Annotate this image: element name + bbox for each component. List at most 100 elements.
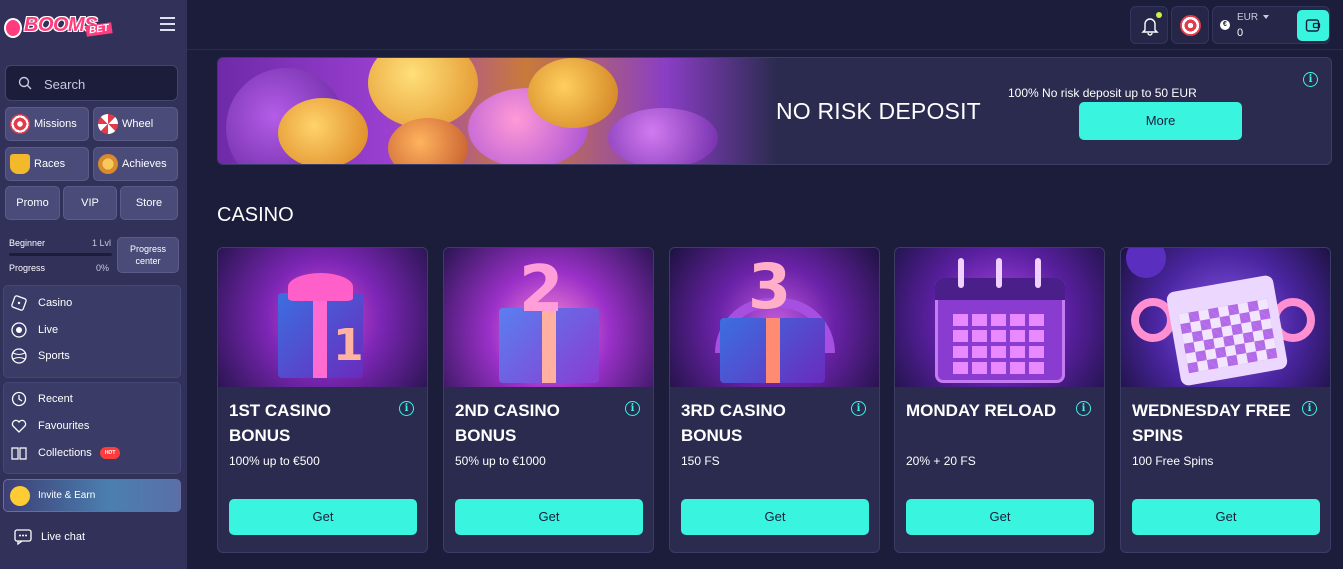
banner-subtitle: 100% No risk deposit up to 50 EUR (1008, 86, 1197, 100)
get-button[interactable]: Get (1132, 499, 1320, 535)
history-icon (11, 391, 27, 407)
notification-dot (1156, 12, 1162, 18)
heart-icon (11, 419, 27, 433)
missions-top-button[interactable] (1171, 6, 1209, 44)
card-title: 2ND CASINO BONUS (455, 401, 560, 445)
vip-button[interactable]: VIP (63, 186, 117, 220)
progress-bar (9, 253, 112, 256)
info-icon[interactable]: i (851, 401, 866, 416)
nav-sports-label: Sports (38, 350, 70, 362)
bell-icon (1141, 18, 1159, 36)
wheel-icon (98, 114, 118, 134)
menu-toggle-icon[interactable] (160, 17, 175, 31)
info-icon[interactable]: i (625, 401, 640, 416)
target-icon (10, 114, 30, 134)
info-icon[interactable]: i (1303, 72, 1318, 87)
bonus-card: 3 3RD CASINO BONUS 150 FS i Get (669, 247, 880, 553)
promo-label: Promo (16, 197, 49, 209)
dice-icon (11, 295, 27, 311)
promo-banner: NO RISK DEPOSIT 100% No risk deposit up … (217, 57, 1332, 165)
get-button[interactable]: Get (906, 499, 1094, 535)
target-icon (1180, 15, 1201, 36)
brand-logo[interactable]: BOOMS BET (4, 10, 116, 44)
invite-label: Invite & Earn (38, 490, 96, 501)
vip-label: VIP (81, 197, 99, 209)
notifications-button[interactable] (1130, 6, 1168, 44)
live-chat-button[interactable]: Live chat (13, 528, 85, 546)
nav-favourites-label: Favourites (38, 420, 90, 432)
store-label: Store (135, 197, 163, 209)
card-desc: 50% up to €1000 (455, 454, 546, 468)
gift-1-image: 1 (218, 248, 427, 387)
top-bar: € EUR 0 (187, 0, 1343, 50)
deposit-button[interactable] (1297, 10, 1329, 41)
hot-badge: HOT (99, 447, 121, 459)
promo-button[interactable]: Promo (5, 186, 60, 220)
card-desc: 100 Free Spins (1132, 454, 1214, 468)
missions-button[interactable]: Missions (5, 107, 89, 141)
currency-symbol: € (1220, 20, 1230, 30)
progress-panel: Beginner 1 Lvl Progress 0% Progress cent… (3, 230, 181, 278)
card-desc: 100% up to €500 (229, 454, 320, 468)
bonus-card: 2 2ND CASINO BONUS 50% up to €1000 i Get (443, 247, 654, 553)
more-button[interactable]: More (1079, 102, 1242, 140)
wallet-widget[interactable]: € EUR 0 (1212, 6, 1330, 44)
nav-casino-label: Casino (38, 297, 73, 309)
races-button[interactable]: Races (5, 147, 89, 181)
missions-label: Missions (34, 118, 77, 130)
calendar-check-image (1121, 248, 1330, 387)
level-value: 1 Lvl (92, 238, 112, 248)
races-label: Races (34, 158, 66, 170)
sidebar: BOOMS BET Missions Wheel Races Achieves … (0, 0, 187, 569)
bonus-card: MONDAY RELOAD 20% + 20 FS i Get (894, 247, 1105, 553)
nav-live-label: Live (38, 324, 59, 336)
invite-earn-button[interactable]: Invite & Earn (3, 479, 181, 512)
section-title: CASINO (217, 204, 294, 226)
nav-casino[interactable]: Casino (10, 293, 176, 313)
bomb-icon (4, 18, 22, 38)
live-chat-label: Live chat (41, 531, 86, 543)
money-face-icon (10, 485, 30, 506)
nav-personal-group: Recent Favourites Collections HOT (3, 382, 181, 474)
nav-sports[interactable]: Sports (10, 346, 176, 366)
wheel-button[interactable]: Wheel (93, 107, 178, 141)
currency-label[interactable]: EUR (1237, 12, 1258, 23)
nav-recent[interactable]: Recent (10, 389, 176, 409)
card-title: 1ST CASINO BONUS (229, 401, 332, 445)
info-icon[interactable]: i (1302, 401, 1317, 416)
nav-recent-label: Recent (38, 393, 73, 405)
achieves-label: Achieves (122, 158, 167, 170)
get-button[interactable]: Get (229, 499, 417, 535)
live-icon (11, 322, 27, 338)
gift-2-image: 2 (444, 248, 653, 387)
nav-collections[interactable]: Collections HOT (10, 443, 176, 463)
nav-collections-label: Collections (38, 447, 92, 459)
search-box[interactable] (5, 65, 178, 101)
calendar-image (895, 248, 1104, 387)
book-icon (11, 447, 27, 460)
nav-live[interactable]: Live (10, 320, 176, 340)
trophy-icon (10, 154, 30, 174)
card-desc: 150 FS (681, 454, 720, 468)
coins-banner-image (218, 58, 778, 164)
store-button[interactable]: Store (120, 186, 178, 220)
logo-sub-text: BET (85, 22, 113, 37)
wheel-label: Wheel (122, 118, 154, 130)
info-icon[interactable]: i (1076, 401, 1091, 416)
card-desc: 20% + 20 FS (906, 454, 976, 468)
search-icon (18, 76, 32, 90)
wallet-balance: 0 (1237, 27, 1244, 39)
info-icon[interactable]: i (399, 401, 414, 416)
progress-center-button[interactable]: Progress center (117, 237, 179, 273)
achieves-button[interactable]: Achieves (93, 147, 178, 181)
chevron-down-icon[interactable] (1263, 15, 1269, 19)
chat-icon (14, 529, 32, 546)
bonus-card: WEDNESDAY FREE SPINS 100 Free Spins i Ge… (1120, 247, 1331, 553)
get-button[interactable]: Get (455, 499, 643, 535)
level-label: Beginner (9, 238, 46, 248)
search-input[interactable] (44, 74, 172, 94)
ball-icon (11, 348, 27, 364)
progress-center-line1: Progress (129, 244, 166, 254)
nav-favourites[interactable]: Favourites (10, 416, 176, 436)
get-button[interactable]: Get (681, 499, 869, 535)
